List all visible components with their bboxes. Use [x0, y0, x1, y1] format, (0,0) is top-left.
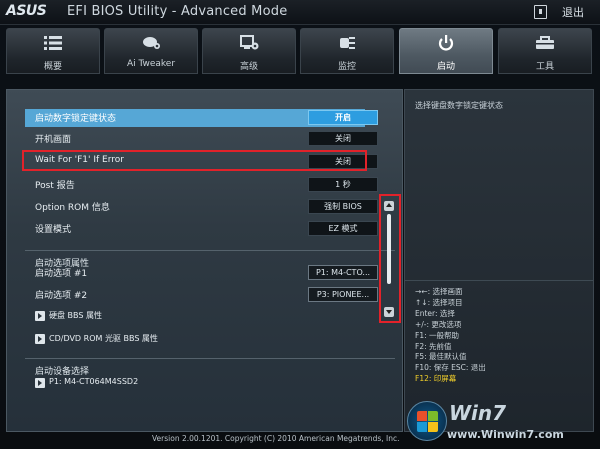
app-title: EFI BIOS Utility - Advanced Mode	[67, 4, 288, 19]
hotkey-item: →←: 选择画面	[415, 287, 463, 296]
setting-value-button[interactable]: 关闭	[308, 131, 378, 146]
tab-monitor[interactable]: 监控	[300, 28, 394, 74]
windows-logo-icon	[407, 401, 447, 441]
advanced-icon	[240, 35, 259, 50]
boot-option-value[interactable]: P3: PIONEE...	[308, 287, 378, 302]
tab-label: 高级	[239, 62, 258, 72]
submenu-label: 硬盘 BBS 属性	[49, 311, 102, 320]
watermark: Win7 www.Winwin7.com	[405, 395, 597, 445]
help-description: 选择键盘数字锁定键状态	[415, 101, 503, 110]
tab-boot[interactable]: 启动	[399, 28, 493, 74]
setting-label: Post 报告	[35, 181, 75, 191]
hotkey-item: Enter: 选择	[415, 308, 455, 318]
annotation-highlight-box	[22, 150, 367, 171]
setting-label: 开机画面	[35, 135, 72, 145]
hotkey-item-highlighted: F12: 印屏幕	[415, 374, 457, 384]
tab-label: Ai Tweaker	[126, 59, 176, 69]
tab-bar: 概要 Ai Tweaker 高级 监控 启动 工具	[0, 26, 600, 76]
hotkey-item: F2: 先前值	[415, 341, 452, 351]
hotkey-item: +/-: 更改选项	[415, 319, 462, 329]
tab-advanced[interactable]: 高级	[202, 28, 296, 74]
exit-button[interactable]: 退出	[534, 4, 592, 20]
submenu-arrow-icon	[35, 311, 45, 321]
setting-label: 启动数字锁定键状态	[35, 114, 117, 124]
help-panel: 选择键盘数字锁定键状态 →←: 选择画面 ↑↓: 选择项目 Enter: 选择 …	[404, 89, 594, 432]
title-bar: ASUS EFI BIOS Utility - Advanced Mode 退出	[0, 0, 600, 25]
setting-option-rom[interactable]: Option ROM 信息 强制 BIOS	[25, 198, 378, 216]
watermark-brand: Win7	[449, 401, 507, 425]
setting-value-button[interactable]: EZ 模式	[308, 221, 378, 236]
tweaker-icon	[143, 37, 160, 49]
scroll-thumb[interactable]	[387, 214, 391, 284]
boot-override-section-title: 启动设备选择	[35, 367, 90, 377]
hotkey-item: F5: 最佳默认值	[415, 352, 467, 362]
setting-numlock-state[interactable]: 启动数字锁定键状态 开启	[25, 109, 378, 127]
asus-logo: ASUS	[6, 3, 47, 19]
scroll-down-icon[interactable]	[384, 307, 394, 317]
divider	[25, 250, 395, 251]
monitor-icon	[340, 37, 355, 49]
scroll-up-icon[interactable]	[384, 201, 394, 211]
submenu-label: CD/DVD ROM 光驱 BBS 属性	[49, 334, 158, 343]
tab-label: 启动	[436, 62, 455, 72]
boot-option-2[interactable]: 启动选项 #2 P3: PIONEE...	[25, 286, 378, 304]
tool-icon	[536, 36, 554, 49]
submenu-arrow-icon	[35, 378, 45, 388]
scrollbar[interactable]	[382, 198, 396, 320]
exit-label: 退出	[562, 6, 584, 19]
submenu-arrow-icon	[35, 334, 45, 344]
hotkey-item: F1: 一般帮助	[415, 330, 459, 340]
setting-label: 启动选项 #1	[35, 269, 88, 279]
tab-tool[interactable]: 工具	[498, 28, 592, 74]
boot-option-value[interactable]: P1: M4-CTO...	[308, 265, 378, 280]
setting-value-button[interactable]: 开启	[308, 110, 378, 125]
hotkey-item: F10: 保存 ESC: 退出	[415, 363, 486, 373]
setting-value-button[interactable]: 1 秒	[308, 177, 378, 192]
list-icon	[44, 36, 62, 50]
setting-setup-mode[interactable]: 设置模式 EZ 模式	[25, 220, 378, 238]
submenu-label: P1: M4-CT064M4SSD2	[49, 377, 139, 386]
watermark-url: www.Winwin7.com	[447, 428, 564, 441]
tab-label: 工具	[535, 62, 554, 72]
setting-label: 启动选项 #2	[35, 291, 88, 301]
settings-panel: 启动数字锁定键状态 开启 开机画面 关闭 Wait For 'F1' If Er…	[6, 89, 403, 432]
tab-ai-tweaker[interactable]: Ai Tweaker	[104, 28, 198, 74]
boot-option-1[interactable]: 启动选项 #1 P1: M4-CTO...	[25, 264, 378, 282]
setting-value-button[interactable]: 强制 BIOS	[308, 199, 378, 214]
setting-boot-logo[interactable]: 开机画面 关闭	[25, 130, 378, 148]
tab-overview[interactable]: 概要	[6, 28, 100, 74]
tab-label: 监控	[337, 62, 356, 72]
setting-post-report[interactable]: Post 报告 1 秒	[25, 176, 378, 194]
hotkey-legend: →←: 选择画面 ↑↓: 选择项目 Enter: 选择 +/-: 更改选项 F1…	[415, 287, 486, 385]
power-icon	[438, 35, 454, 51]
exit-icon	[534, 5, 547, 19]
tab-label: 概要	[43, 62, 62, 72]
divider	[405, 280, 593, 281]
bios-screen: ASUS EFI BIOS Utility - Advanced Mode 退出…	[0, 0, 600, 449]
setting-label: Option ROM 信息	[35, 203, 110, 213]
version-text: Version 2.00.1201. Copyright (C) 2010 Am…	[152, 434, 400, 443]
divider	[25, 358, 395, 359]
setting-label: 设置模式	[35, 225, 72, 235]
hotkey-item: ↑↓: 选择项目	[415, 297, 463, 307]
